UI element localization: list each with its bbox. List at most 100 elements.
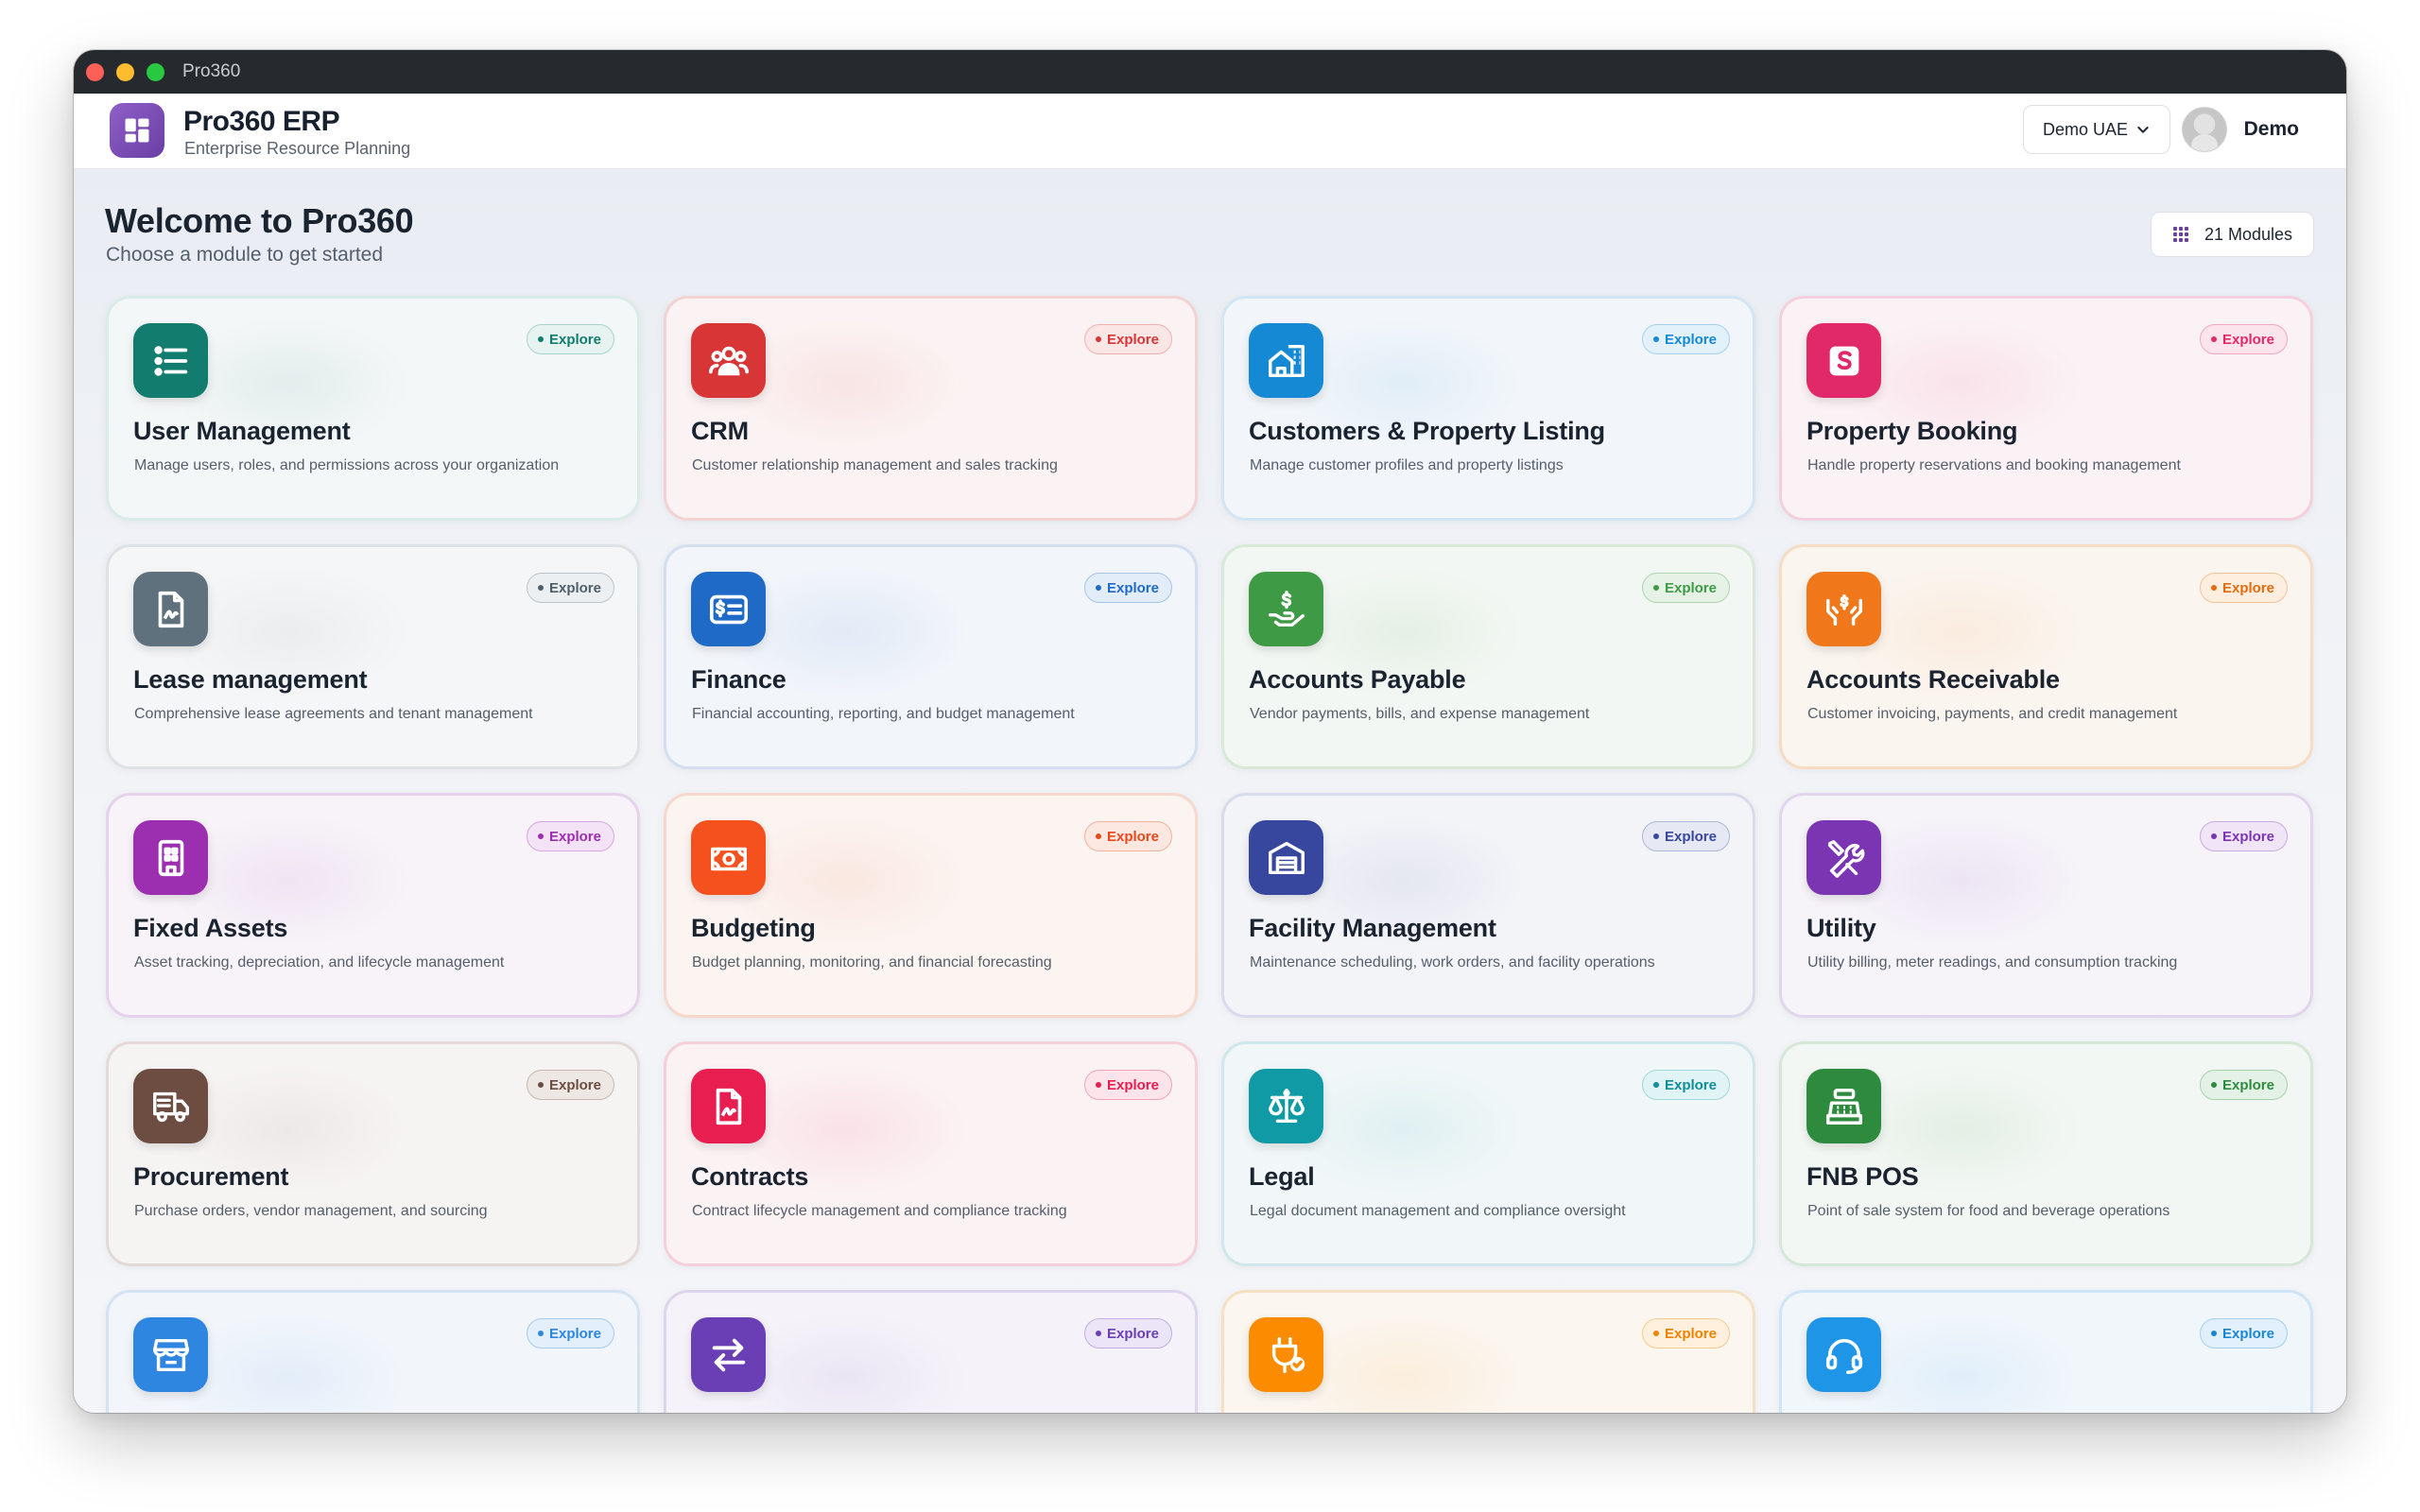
module-card-accounts-receivable[interactable]: Explore Accounts Receivable Customer inv… (1779, 544, 2313, 769)
explore-badge[interactable]: Explore (1083, 573, 1172, 603)
module-title: Procurement (133, 1162, 289, 1191)
page-subtitle: Choose a module to get started (106, 244, 384, 266)
hand-dollar-icon (1249, 572, 1323, 646)
explore-badge[interactable]: Explore (1641, 324, 1730, 354)
house-building-icon (1249, 323, 1323, 398)
transfer-icon (691, 1317, 766, 1392)
module-description: Utility billing, meter readings, and con… (1807, 954, 2178, 971)
module-title: User Management (133, 417, 351, 445)
explore-badge[interactable]: Explore (1083, 324, 1172, 354)
explore-badge[interactable]: Explore (2199, 573, 2288, 603)
explore-badge[interactable]: Explore (1083, 821, 1172, 851)
modules-count-badge[interactable]: 21 Modules (2150, 212, 2314, 257)
module-title: Legal (1249, 1162, 1315, 1191)
tools-icon (1806, 820, 1881, 895)
truck-icon (133, 1069, 208, 1143)
explore-badge[interactable]: Explore (1083, 1070, 1172, 1100)
module-card-budgeting[interactable]: Explore Budgeting Budget planning, monit… (664, 793, 1198, 1018)
module-card-accounts-payable[interactable]: Explore Accounts Payable Vendor payments… (1221, 544, 1755, 769)
explore-badge[interactable]: Explore (2199, 1318, 2288, 1349)
main-content: Welcome to Pro360 Choose a module to get… (74, 169, 2346, 1413)
explore-badge[interactable]: Explore (1641, 573, 1730, 603)
close-window-button[interactable] (86, 62, 104, 81)
user-menu[interactable]: Demo (2181, 107, 2299, 152)
module-title: Finance (691, 665, 786, 694)
users-icon (691, 323, 766, 398)
explore-badge[interactable]: Explore (1641, 1070, 1730, 1100)
cash-icon (691, 820, 766, 895)
explore-badge[interactable]: Explore (526, 1318, 614, 1349)
warehouse-icon (1249, 820, 1323, 895)
module-description: Manage users, roles, and permissions acr… (134, 457, 560, 473)
company-select[interactable]: Demo UAE (2022, 105, 2170, 154)
explore-badge[interactable]: Explore (526, 324, 614, 354)
explore-badge[interactable]: Explore (2199, 324, 2288, 354)
user-name: Demo (2243, 118, 2299, 140)
contract-icon (691, 1069, 766, 1143)
module-description: Handle property reservations and booking… (1807, 457, 2181, 473)
module-card-facility-management[interactable]: Explore Facility Management Maintenance … (1221, 793, 1755, 1018)
modules-grid: Explore User Management Manage users, ro… (106, 296, 2313, 1413)
app-header: Pro360 ERP Enterprise Resource Planning … (74, 94, 2346, 169)
window-title: Pro360 (182, 61, 241, 81)
explore-badge[interactable]: Explore (2199, 1070, 2288, 1100)
window-controls (86, 62, 177, 81)
grid-icon (2172, 227, 2188, 242)
cash-register-icon (1806, 1069, 1881, 1143)
explore-badge[interactable]: Explore (526, 573, 614, 603)
module-description: Purchase orders, vendor management, and … (134, 1203, 488, 1219)
explore-badge[interactable]: Explore (1641, 821, 1730, 851)
module-title: Lease management (133, 665, 368, 694)
modules-count: 21 Modules (2204, 224, 2292, 244)
list-icon (133, 323, 208, 398)
module-card-user-management[interactable]: Explore User Management Manage users, ro… (106, 296, 640, 521)
module-card-fnb-pos[interactable]: Explore FNB POS Point of sale system for… (1779, 1041, 2313, 1266)
module-card-lease-management[interactable]: Explore Lease management Comprehensive l… (106, 544, 640, 769)
module-description: Legal document management and compliance… (1250, 1203, 1626, 1219)
module-card-store[interactable]: Explore (106, 1290, 640, 1413)
money-card-icon (691, 572, 766, 646)
hands-money-icon (1806, 572, 1881, 646)
minimize-window-button[interactable] (116, 62, 134, 81)
module-title: Facility Management (1249, 914, 1496, 942)
headset-icon (1806, 1317, 1881, 1392)
module-title: Utility (1806, 914, 1876, 942)
avatar[interactable] (2181, 107, 2227, 152)
module-card-procurement[interactable]: Explore Procurement Purchase orders, ven… (106, 1041, 640, 1266)
company-select-value: Demo UAE (2042, 119, 2128, 139)
app-logo-icon[interactable] (110, 103, 164, 158)
explore-badge[interactable]: Explore (1083, 1318, 1172, 1349)
module-card-fixed-assets[interactable]: Explore Fixed Assets Asset tracking, dep… (106, 793, 640, 1018)
module-card-contracts[interactable]: Explore Contracts Contract lifecycle man… (664, 1041, 1198, 1266)
module-description: Asset tracking, depreciation, and lifecy… (134, 954, 505, 971)
explore-badge[interactable]: Explore (2199, 821, 2288, 851)
explore-badge[interactable]: Explore (1641, 1318, 1730, 1349)
module-description: Customer invoicing, payments, and credit… (1807, 706, 2178, 722)
explore-badge[interactable]: Explore (526, 821, 614, 851)
module-description: Point of sale system for food and bevera… (1807, 1203, 2170, 1219)
module-card-support[interactable]: Explore (1779, 1290, 2313, 1413)
module-card-utility[interactable]: Explore Utility Utility billing, meter r… (1779, 793, 2313, 1018)
store-icon (133, 1317, 208, 1392)
module-card-finance[interactable]: Explore Finance Financial accounting, re… (664, 544, 1198, 769)
module-card-energy[interactable]: Explore (1221, 1290, 1755, 1413)
module-description: Maintenance scheduling, work orders, and… (1250, 954, 1655, 971)
module-title: Fixed Assets (133, 914, 288, 942)
module-description: Financial accounting, reporting, and bud… (692, 706, 1075, 722)
plug-check-icon (1249, 1317, 1323, 1392)
scales-icon (1249, 1069, 1323, 1143)
module-card-property-booking[interactable]: Explore Property Booking Handle property… (1779, 296, 2313, 521)
maximize-window-button[interactable] (147, 62, 164, 81)
explore-badge[interactable]: Explore (526, 1070, 614, 1100)
module-description: Comprehensive lease agreements and tenan… (134, 706, 533, 722)
building-icon (133, 820, 208, 895)
booking-icon (1806, 323, 1881, 398)
module-card-customers-property-listing[interactable]: Explore Customers & Property Listing Man… (1221, 296, 1755, 521)
module-description: Budget planning, monitoring, and financi… (692, 954, 1052, 971)
module-card-crm[interactable]: Explore CRM Customer relationship manage… (664, 296, 1198, 521)
module-card-transfer[interactable]: Explore (664, 1290, 1198, 1413)
module-title: Contracts (691, 1162, 809, 1191)
module-card-legal[interactable]: Explore Legal Legal document management … (1221, 1041, 1755, 1266)
module-title: FNB POS (1806, 1162, 1919, 1191)
app-name: Pro360 ERP (183, 106, 340, 137)
